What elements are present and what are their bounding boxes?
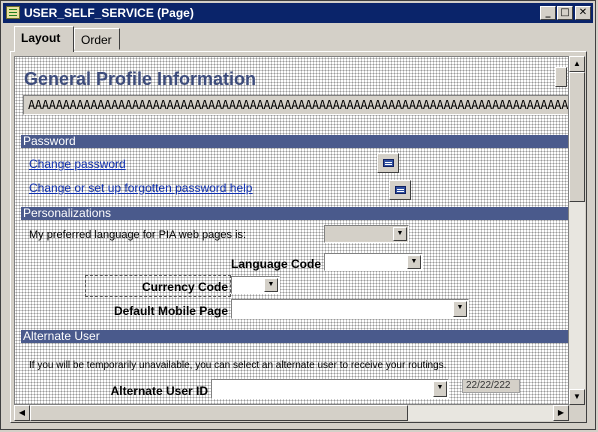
horizontal-scroll-thumb[interactable] [30, 405, 408, 421]
currency-code-dropdown[interactable]: ▼ [231, 276, 280, 294]
down-arrow-icon[interactable]: ▼ [264, 278, 278, 292]
section-personalizations: Personalizations [21, 207, 568, 220]
long-display-field[interactable]: AAAAAAAAAAAAAAAAAAAAAAAAAAAAAAAAAAAAAAAA… [23, 95, 568, 115]
section-password: Password [21, 135, 568, 148]
page-title: General Profile Information [24, 69, 257, 89]
prompt-list-icon [395, 186, 406, 194]
minimize-button[interactable]: _ [540, 6, 556, 20]
section-alternate-user: Alternate User [21, 330, 568, 343]
down-arrow-icon[interactable]: ▼ [407, 255, 421, 269]
vertical-scroll-thumb[interactable] [569, 72, 585, 202]
down-arrow-icon[interactable]: ▼ [453, 301, 467, 317]
maximize-button[interactable]: □ [557, 6, 573, 20]
default-mobile-page-dropdown[interactable]: ▼ [231, 299, 469, 319]
language-prompt-label: My preferred language for PIA web pages … [29, 229, 247, 241]
horizontal-scrollbar[interactable]: ◀ ▶ [14, 405, 569, 421]
forgotten-password-link[interactable]: Change or set up forgotten password help [29, 181, 252, 195]
preferred-language-dropdown[interactable]: ▼ [324, 225, 409, 243]
from-date-field[interactable]: 22/22/222 [462, 379, 520, 393]
page-canvas[interactable]: General Profile Information AAAAAAAAAAAA… [14, 56, 569, 405]
change-password-link[interactable]: Change password [29, 157, 126, 171]
down-arrow-icon[interactable]: ▼ [393, 227, 407, 241]
forgotten-password-prompt-button[interactable] [389, 180, 411, 200]
currency-code-label: Currency Code [141, 280, 228, 294]
close-button[interactable]: ✕ [575, 6, 591, 20]
tab-layout[interactable]: Layout [14, 26, 74, 52]
alternate-user-description: If you will be temporarily unavailable, … [29, 360, 447, 371]
title-bar[interactable]: USER_SELF_SERVICE (Page) _ □ ✕ [3, 3, 593, 23]
right-arrow-icon[interactable]: ▶ [553, 405, 569, 421]
alternate-user-id-dropdown[interactable]: ▼ [211, 379, 449, 399]
down-arrow-icon[interactable]: ▼ [433, 381, 447, 397]
language-code-label: Language Code [230, 257, 321, 271]
down-arrow-icon[interactable]: ▼ [569, 389, 585, 405]
alternate-user-id-label: Alternate User ID [110, 384, 208, 398]
up-arrow-icon[interactable]: ▲ [569, 56, 585, 72]
scroll-corner [569, 405, 585, 421]
tab-order[interactable]: Order [74, 28, 120, 50]
left-arrow-icon[interactable]: ◀ [14, 405, 30, 421]
window-title: USER_SELF_SERVICE (Page) [24, 6, 194, 20]
vertical-scrollbar[interactable]: ▲ ▼ [569, 56, 585, 405]
page-icon [6, 6, 20, 19]
language-code-dropdown[interactable]: ▼ [324, 253, 423, 271]
page-corner-control[interactable] [555, 67, 567, 87]
prompt-list-icon [383, 159, 394, 167]
default-mobile-page-label: Default Mobile Page [113, 304, 228, 318]
change-password-prompt-button[interactable] [377, 153, 399, 173]
